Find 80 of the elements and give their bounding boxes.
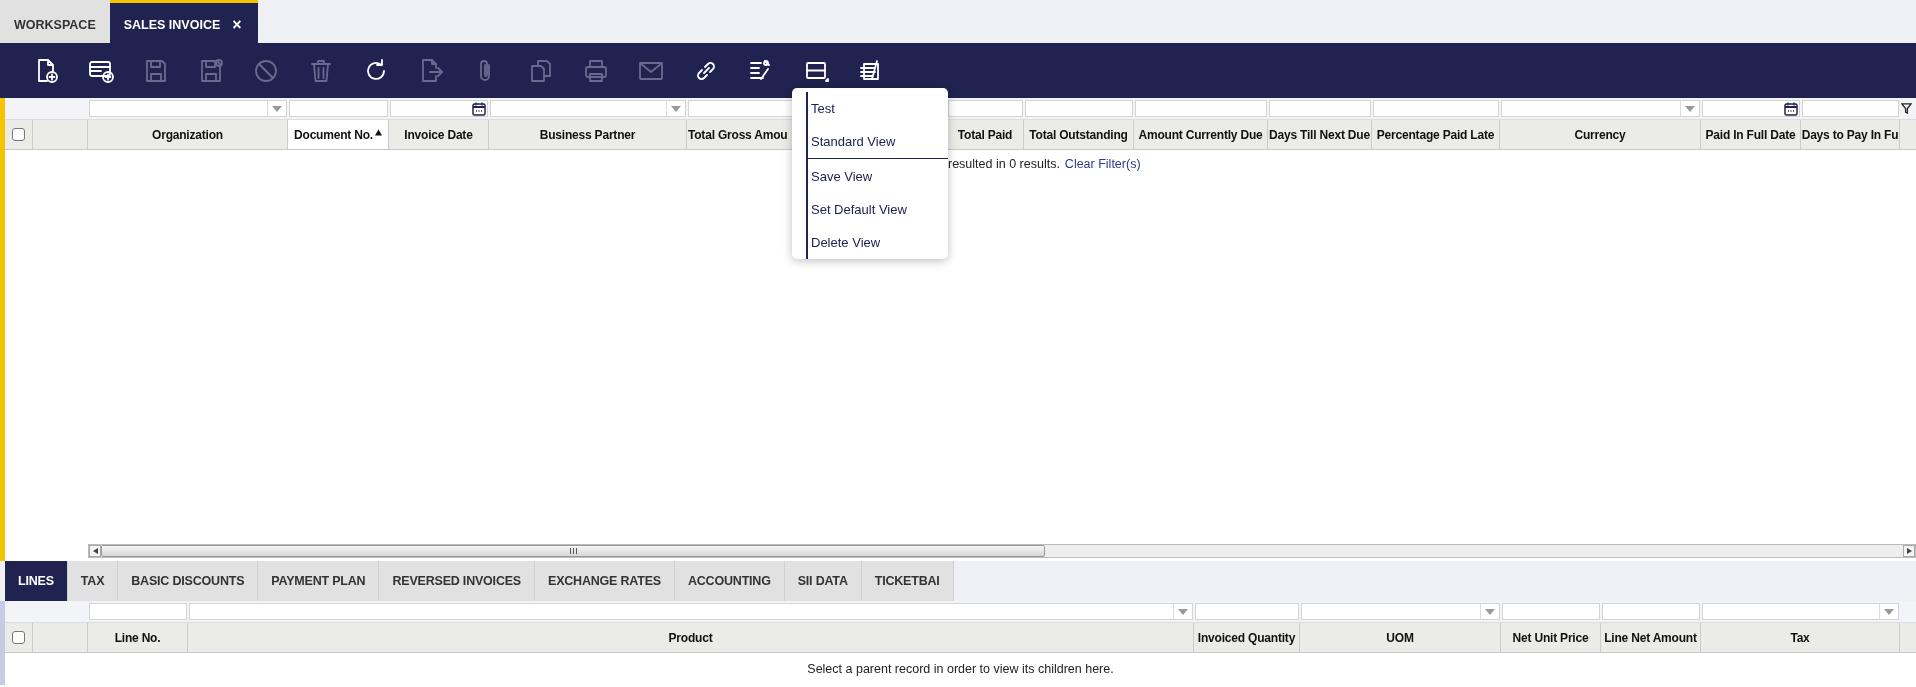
calendar-icon[interactable] (472, 101, 486, 116)
column-header[interactable]: Organization (88, 120, 288, 150)
column-header[interactable]: Days to Pay In Fu (1801, 120, 1900, 150)
column-header[interactable]: Total Paid (947, 120, 1024, 150)
column-header[interactable]: Paid In Full Date (1701, 120, 1801, 150)
calendar-icon[interactable] (1784, 101, 1798, 116)
empty-children-message: Select a parent record in order to view its children here. (807, 662, 1114, 676)
close-icon[interactable]: × (232, 15, 242, 34)
filter-field[interactable] (89, 603, 187, 620)
filter-field[interactable] (1501, 100, 1700, 117)
column-header[interactable]: Document No. (288, 120, 389, 150)
window-tab[interactable]: SALES INVOICE × (109, 0, 258, 43)
column-header[interactable]: Net Unit Price (1501, 623, 1601, 653)
left-arrow-icon (92, 548, 98, 554)
dropdown-arrow-icon[interactable] (1178, 608, 1188, 615)
detail-tab[interactable]: TICKETBAI (861, 561, 954, 601)
column-header[interactable]: Line No. (88, 623, 188, 653)
filter-field[interactable] (390, 100, 488, 117)
filter-field[interactable] (948, 100, 1023, 117)
detail-tab[interactable]: LINES (5, 561, 68, 601)
detail-tab[interactable]: PAYMENT PLAN (258, 561, 380, 601)
detail-tab[interactable]: EXCHANGE RATES (535, 561, 675, 601)
dropdown-arrow-icon[interactable] (1685, 105, 1695, 112)
filter-field[interactable] (189, 603, 1193, 620)
column-header[interactable]: Total Outstanding (1024, 120, 1134, 150)
menu-item[interactable]: Save View (808, 159, 948, 193)
column-header[interactable]: UOM (1300, 623, 1501, 653)
column-header[interactable]: Business Partner (489, 120, 687, 150)
filter-field[interactable] (289, 100, 388, 117)
filter-field[interactable] (490, 100, 686, 117)
detail-tab[interactable]: REVERSED INVOICES (379, 561, 535, 601)
dropdown-arrow-icon[interactable] (272, 105, 282, 112)
detail-tab[interactable]: BASIC DISCOUNTS (118, 561, 259, 601)
filter-field[interactable] (1702, 603, 1899, 620)
header-cell (1900, 623, 1916, 653)
menu-item[interactable]: Test (808, 92, 948, 126)
column-header[interactable]: Line Net Amount (1601, 623, 1701, 653)
empty-result-message: resulted in 0 results. (948, 157, 1060, 171)
right-arrow-icon (1906, 548, 1912, 554)
column-header[interactable]: Tax (1701, 623, 1900, 653)
column-header[interactable]: Currency (1500, 120, 1701, 150)
select-all-checkbox[interactable] (12, 128, 25, 141)
clear-filter-link[interactable]: Clear Filter(s) (1064, 157, 1141, 171)
header-cell (1900, 120, 1916, 150)
menu-item[interactable]: Standard View (808, 125, 948, 159)
scrollbar-thumb[interactable] (101, 545, 1045, 557)
filter-field[interactable] (1025, 100, 1133, 117)
filter-field[interactable] (1269, 100, 1371, 117)
detail-tab[interactable]: SII DATA (784, 561, 862, 601)
filter-cell (5, 98, 33, 120)
filter-field[interactable] (1602, 603, 1700, 620)
filter-field[interactable] (1702, 100, 1800, 117)
dropdown-arrow-icon[interactable] (1884, 608, 1894, 615)
column-header[interactable]: Amount Currently Due (1134, 120, 1268, 150)
horizontal-scrollbar[interactable] (88, 544, 1916, 558)
column-header[interactable]: Product (188, 623, 1194, 653)
column-header[interactable]: Invoice Date (389, 120, 489, 150)
detail-tab[interactable]: TAX (67, 561, 119, 601)
filter-icon[interactable] (1901, 103, 1912, 114)
dropdown-arrow-icon[interactable] (671, 105, 681, 112)
filter-field[interactable] (1802, 100, 1899, 117)
dropdown-arrow-icon[interactable] (1485, 608, 1495, 615)
filter-field[interactable] (1195, 603, 1299, 620)
detail-tab[interactable]: ACCOUNTING (674, 561, 785, 601)
column-header[interactable]: Invoiced Quantity (1194, 623, 1300, 653)
menu-item[interactable]: Set Default View (808, 192, 948, 226)
menu-item[interactable]: Delete View (808, 225, 948, 259)
select-all-checkbox[interactable] (12, 631, 25, 644)
scroll-right-button[interactable] (1903, 545, 1915, 557)
filter-field[interactable] (89, 100, 287, 117)
filter-field[interactable] (1135, 100, 1267, 117)
filter-field[interactable] (1301, 603, 1500, 620)
scroll-left-button[interactable] (89, 545, 101, 557)
filter-cell (5, 601, 33, 623)
column-header[interactable]: Percentage Paid Late (1372, 120, 1500, 150)
column-header[interactable]: Days Till Next Due (1268, 120, 1372, 150)
filter-field[interactable] (1373, 100, 1499, 117)
filter-field[interactable] (1502, 603, 1600, 620)
sort-ascending-icon (374, 128, 382, 136)
window-tab[interactable]: WORKSPACE (0, 0, 110, 43)
